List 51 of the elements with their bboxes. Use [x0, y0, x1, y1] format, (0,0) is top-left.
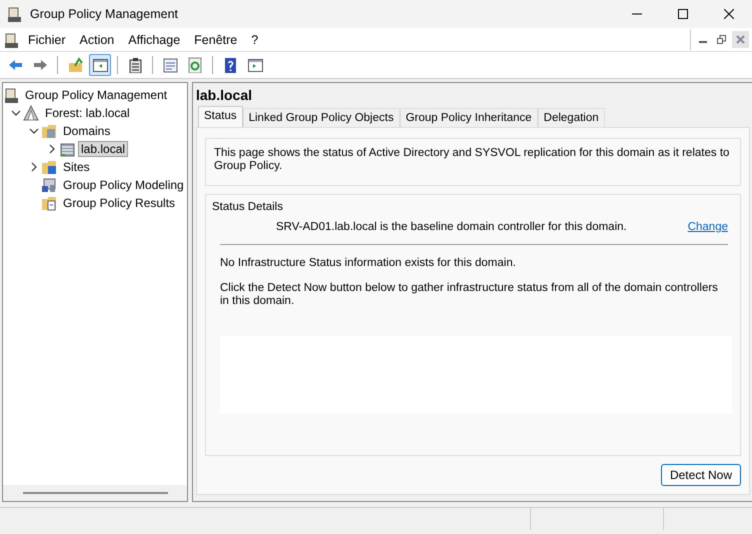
- tree-item[interactable]: Domains: [60, 123, 114, 139]
- status-text: No Infrastructure Status information exists for this domain.: [220, 257, 517, 270]
- app-icon: [6, 6, 22, 22]
- menu-item[interactable]: Fichier: [21, 30, 73, 48]
- group-title: Status Details: [212, 201, 284, 213]
- refresh-icon: [187, 57, 203, 73]
- tab[interactable]: Status: [198, 106, 243, 127]
- menu-item[interactable]: Fenêtre: [187, 30, 244, 48]
- help-icon: [222, 57, 238, 73]
- domain-icon: [59, 141, 75, 157]
- results-icon: [41, 195, 57, 211]
- close-icon: [724, 9, 734, 19]
- expand-chevron-icon[interactable]: [29, 162, 39, 172]
- tree-item[interactable]: Group Policy Results: [60, 195, 178, 211]
- modeling-icon: [41, 177, 57, 193]
- collapse-chevron-icon[interactable]: [11, 108, 21, 118]
- clipboard-icon: [127, 57, 143, 73]
- tab[interactable]: Group Policy Inheritance: [400, 108, 538, 127]
- menu-item[interactable]: ?: [244, 30, 266, 48]
- properties-icon: [162, 57, 178, 73]
- back-icon: [7, 57, 23, 73]
- collapse-chevron-icon[interactable]: [29, 126, 39, 136]
- menu-item[interactable]: Affichage: [121, 30, 188, 48]
- window-title: Group Policy Management: [30, 7, 179, 21]
- root-icon: [3, 87, 19, 103]
- change-link[interactable]: Change: [688, 221, 728, 233]
- expand-chevron-icon[interactable]: [47, 144, 57, 154]
- tree-item[interactable]: Group Policy Management: [22, 87, 170, 103]
- tree-item[interactable]: Group Policy Modeling: [60, 177, 187, 193]
- pane-heading: lab.local: [196, 87, 254, 103]
- up-icon: [67, 57, 83, 73]
- forward-icon: [32, 57, 48, 73]
- app-icon[interactable]: [3, 32, 19, 48]
- domains-icon: [41, 123, 57, 139]
- detect-now-button[interactable]: Detect Now: [660, 464, 741, 486]
- instruction-text: Click the Detect Now button below to gather infrastructure status from all of the domain controllers in this domain.: [220, 282, 719, 308]
- close-icon: [736, 35, 745, 44]
- tab[interactable]: Linked Group Policy Objects: [242, 108, 400, 127]
- tree-item[interactable]: lab.local: [78, 141, 128, 157]
- tree-item[interactable]: Sites: [60, 159, 93, 175]
- tree-item[interactable]: Forest: lab.local: [42, 105, 133, 121]
- baseline-text: SRV-AD01.lab.local is the baseline domain controller for this domain.: [275, 221, 628, 233]
- tab[interactable]: Delegation: [538, 108, 605, 127]
- intro-text: This page shows the status of Active Directory and SYSVOL replication for this domain as it relates to Group Policy.: [214, 147, 730, 172]
- forest-icon: [23, 105, 39, 121]
- menu-item[interactable]: Action: [72, 30, 122, 48]
- maximize-icon: [678, 9, 688, 19]
- scrollbar-thumb[interactable]: [22, 492, 168, 494]
- sites-icon: [41, 159, 57, 175]
- restore-icon: [717, 35, 726, 44]
- pane-icon: [247, 57, 263, 73]
